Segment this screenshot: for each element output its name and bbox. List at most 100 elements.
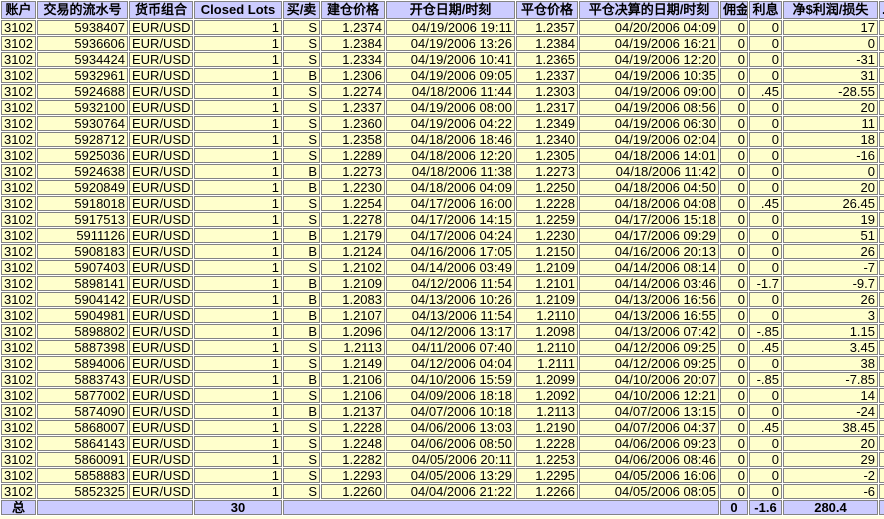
cell-lots: 1	[194, 436, 282, 451]
cell-close_price: 1.2303	[516, 84, 578, 99]
cell-open_price: 1.2254	[321, 196, 385, 211]
cell-ticket: 5887398	[37, 340, 128, 355]
cell-side: S	[283, 484, 320, 499]
header-cell-side: 买/卖	[283, 1, 320, 19]
cell-ticket: 5924638	[37, 164, 128, 179]
cell-close_price: 1.2109	[516, 260, 578, 275]
cell-interest: 0	[749, 292, 782, 307]
cell-profit: 51	[783, 228, 878, 243]
cell-lots: 1	[194, 100, 282, 115]
cell-close_time: 04/19/2006 09:00	[579, 84, 719, 99]
cell-clipped	[879, 180, 884, 195]
cell-lots: 1	[194, 244, 282, 259]
cell-side: B	[283, 228, 320, 243]
cell-commission: 0	[720, 404, 748, 419]
cell-ticket: 5894006	[37, 356, 128, 371]
cell-interest: -1.7	[749, 276, 782, 291]
cell-ticket: 5932961	[37, 68, 128, 83]
cell-pair: EUR/USD	[129, 292, 193, 307]
cell-lots: 1	[194, 116, 282, 131]
cell-account: 3102	[1, 100, 36, 115]
cell-commission: 0	[720, 244, 748, 259]
table-row: 31025920849EUR/USD1B1.223004/18/2006 04:…	[1, 180, 884, 195]
trade-table-body: 31025938407EUR/USD1S1.237404/19/2006 19:…	[1, 20, 884, 499]
cell-close_time: 04/06/2006 08:46	[579, 452, 719, 467]
cell-lots: 1	[194, 292, 282, 307]
cell-profit: 11	[783, 116, 878, 131]
cell-clipped	[879, 308, 884, 323]
table-row: 31025911126EUR/USD1B1.217904/17/2006 04:…	[1, 228, 884, 243]
cell-lots: 1	[194, 148, 282, 163]
cell-account: 3102	[1, 340, 36, 355]
cell-clipped	[879, 452, 884, 467]
cell-close_price: 1.2295	[516, 468, 578, 483]
cell-close_price: 1.2228	[516, 436, 578, 451]
cell-close_time: 04/17/2006 15:18	[579, 212, 719, 227]
cell-close_time: 04/07/2006 04:37	[579, 420, 719, 435]
cell-clipped	[879, 196, 884, 211]
cell-profit: 29	[783, 452, 878, 467]
cell-interest: 0	[749, 388, 782, 403]
cell-interest: .45	[749, 420, 782, 435]
table-row: 31025930764EUR/USD1S1.236004/19/2006 04:…	[1, 116, 884, 131]
cell-account: 3102	[1, 52, 36, 67]
cell-ticket: 5925036	[37, 148, 128, 163]
cell-ticket: 5904142	[37, 292, 128, 307]
cell-profit: -7	[783, 260, 878, 275]
cell-clipped	[879, 116, 884, 131]
cell-close_time: 04/19/2006 10:35	[579, 68, 719, 83]
cell-commission: 0	[720, 436, 748, 451]
cell-pair: EUR/USD	[129, 420, 193, 435]
cell-open_price: 1.2278	[321, 212, 385, 227]
cell-close_time: 04/13/2006 07:42	[579, 324, 719, 339]
cell-ticket: 5904981	[37, 308, 128, 323]
cell-pair: EUR/USD	[129, 372, 193, 387]
cell-commission: 0	[720, 164, 748, 179]
header-cell-close-time: 平仓决算的日期/时刻	[579, 1, 719, 19]
cell-side: S	[283, 388, 320, 403]
total-commission: 0	[720, 500, 748, 515]
cell-lots: 1	[194, 68, 282, 83]
cell-lots: 1	[194, 132, 282, 147]
cell-commission: 0	[720, 372, 748, 387]
table-row: 31025904142EUR/USD1B1.208304/13/2006 10:…	[1, 292, 884, 307]
cell-profit: 0	[783, 36, 878, 51]
total-spacer-left	[37, 500, 193, 515]
cell-close_time: 04/17/2006 09:29	[579, 228, 719, 243]
cell-ticket: 5934424	[37, 52, 128, 67]
cell-close_time: 04/18/2006 04:08	[579, 196, 719, 211]
cell-lots: 1	[194, 356, 282, 371]
cell-clipped	[879, 212, 884, 227]
cell-pair: EUR/USD	[129, 36, 193, 51]
cell-clipped	[879, 100, 884, 115]
header-cell-account: 账户	[1, 1, 36, 19]
cell-side: S	[283, 420, 320, 435]
cell-open_time: 04/19/2006 19:11	[386, 20, 515, 35]
table-row: 31025932100EUR/USD1S1.233704/19/2006 08:…	[1, 100, 884, 115]
cell-profit: -31	[783, 52, 878, 67]
cell-interest: 0	[749, 100, 782, 115]
table-row: 31025908183EUR/USD1B1.212404/16/2006 17:…	[1, 244, 884, 259]
cell-close_price: 1.2111	[516, 356, 578, 371]
cell-close_price: 1.2092	[516, 388, 578, 403]
header-cell-interest: 利息	[749, 1, 782, 19]
cell-open_price: 1.2137	[321, 404, 385, 419]
cell-close_price: 1.2317	[516, 100, 578, 115]
cell-interest: 0	[749, 20, 782, 35]
cell-open_price: 1.2109	[321, 276, 385, 291]
cell-profit: 3.45	[783, 340, 878, 355]
cell-open_time: 04/18/2006 12:20	[386, 148, 515, 163]
header-cell-lots: Closed Lots	[194, 1, 282, 19]
cell-close_price: 1.2340	[516, 132, 578, 147]
cell-close_price: 1.2101	[516, 276, 578, 291]
cell-clipped	[879, 324, 884, 339]
cell-ticket: 5911126	[37, 228, 128, 243]
table-row: 31025936606EUR/USD1S1.238404/19/2006 13:…	[1, 36, 884, 51]
cell-interest: 0	[749, 356, 782, 371]
cell-profit: -28.55	[783, 84, 878, 99]
cell-lots: 1	[194, 260, 282, 275]
cell-commission: 0	[720, 20, 748, 35]
table-row: 31025898141EUR/USD1B1.210904/12/2006 11:…	[1, 276, 884, 291]
cell-profit: 20	[783, 100, 878, 115]
cell-open_price: 1.2248	[321, 436, 385, 451]
